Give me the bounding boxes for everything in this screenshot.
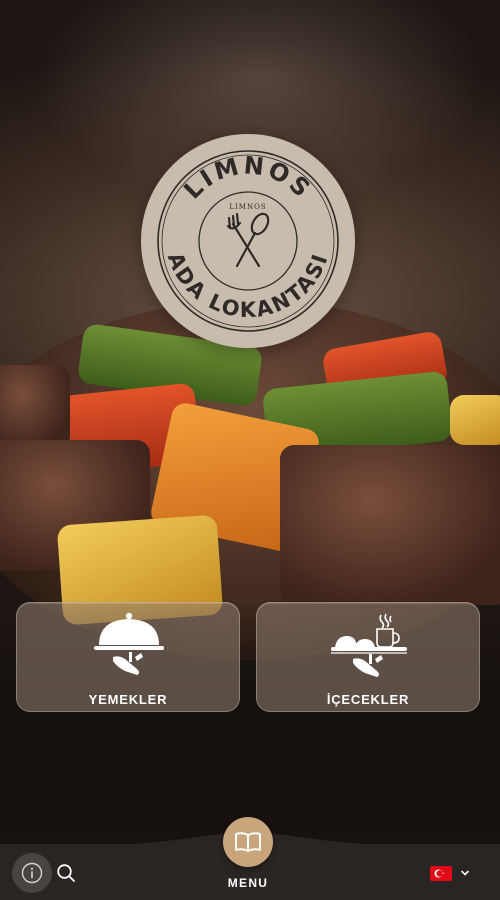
restaurant-logo: LIMNOS ADA LOKANTASI LIMNOS — [141, 134, 355, 348]
meat-piece-3 — [280, 445, 500, 605]
meat-piece — [0, 365, 70, 450]
potato-piece-2 — [450, 395, 500, 445]
logo-top-text: LIMNOS — [178, 151, 314, 204]
turkey-flag-icon — [430, 865, 452, 881]
category-card-icecekler[interactable]: İÇECEKLER — [256, 602, 480, 712]
logo-bottom-text: ADA LOKANTASI — [163, 249, 331, 322]
category-label-yemekler: YEMEKLER — [88, 692, 168, 707]
category-label-icecekler: İÇECEKLER — [326, 692, 410, 707]
svg-text:ADA LOKANTASI: ADA LOKANTASI — [163, 249, 333, 322]
svg-text:LIMNOS: LIMNOS — [178, 151, 317, 204]
logo-emblem: LIMNOS ADA LOKANTASI LIMNOS — [157, 150, 339, 332]
drinks-tray-icon — [331, 613, 407, 677]
cloche-tray-icon — [94, 612, 164, 675]
open-book-icon — [235, 832, 261, 852]
category-card-yemekler[interactable]: YEMEKLER — [16, 602, 240, 712]
chevron-down-icon — [461, 870, 469, 876]
fork-spoon-icon — [226, 212, 270, 268]
menu-button[interactable] — [223, 817, 273, 867]
logo-inner-text: LIMNOS — [229, 203, 266, 211]
menu-label: MENU — [227, 876, 269, 890]
language-selector[interactable] — [430, 864, 472, 882]
